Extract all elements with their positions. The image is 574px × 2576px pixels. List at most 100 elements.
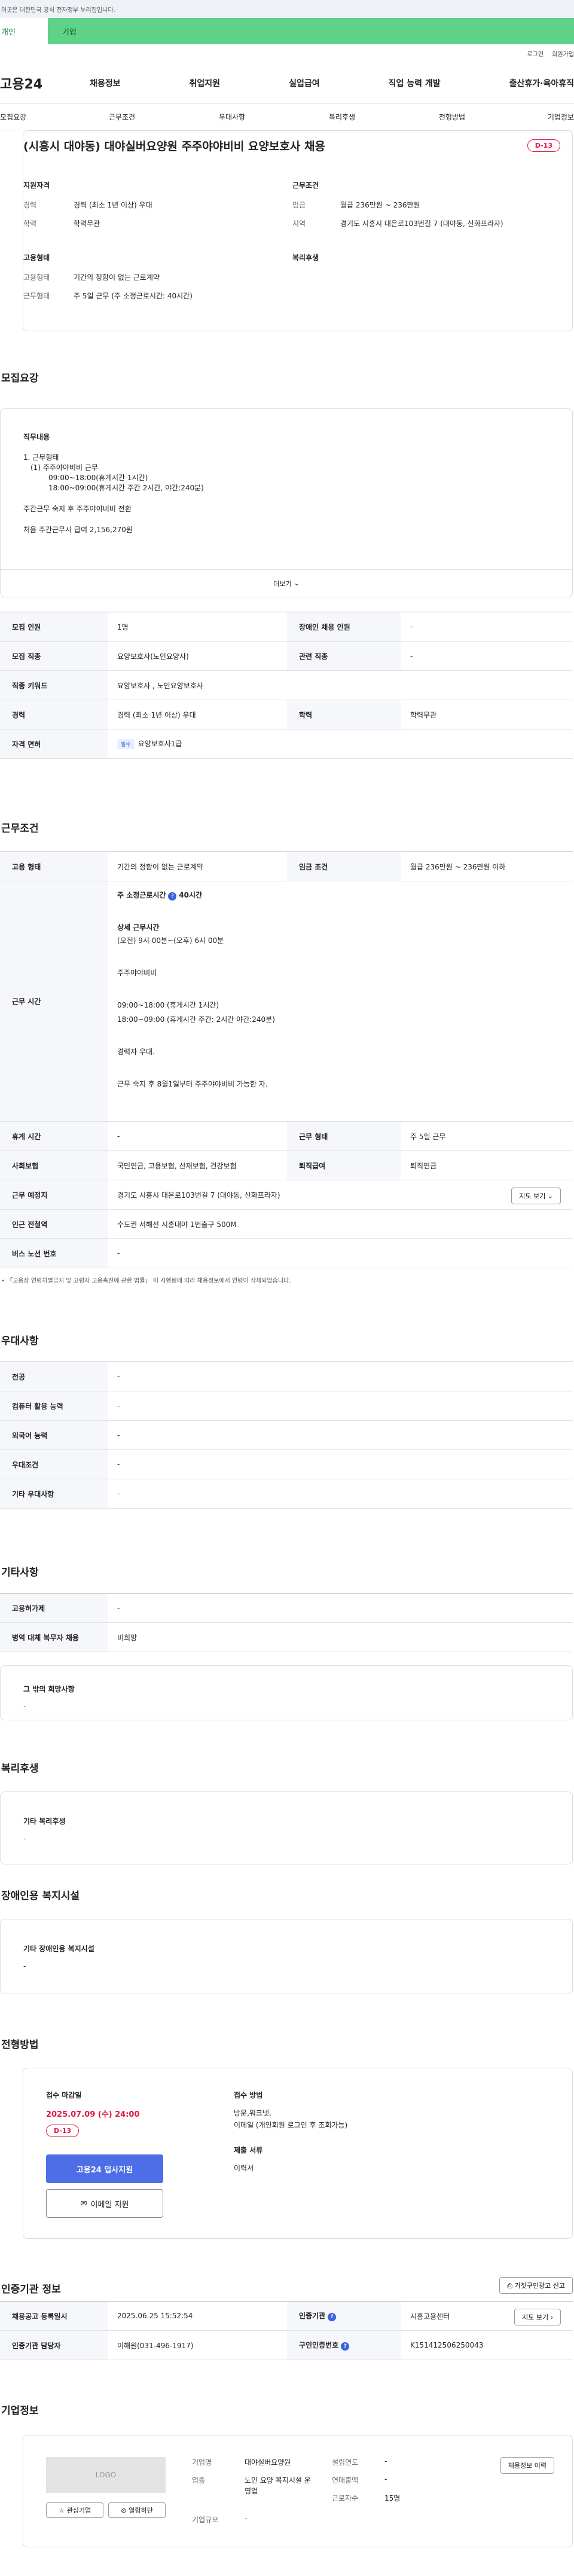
duty-line: 09:00~18:00(휴게시간 1시간): [48, 474, 148, 482]
td-cell: -: [108, 1479, 573, 1509]
more-button[interactable]: 더보기 ⌄: [1, 569, 572, 597]
fav-label: 관심기업: [66, 2507, 91, 2514]
tab-conditions[interactable]: 근무조건: [86, 112, 158, 122]
size-value: -: [245, 2514, 248, 2523]
favorite-company-button[interactable]: ☆ 관심기업: [46, 2502, 103, 2518]
agency-map-button[interactable]: 지도 보기 ›: [514, 2309, 561, 2325]
conditions-section-title: 근무조건: [1, 823, 39, 835]
map-label: 지도 보기: [519, 1192, 546, 1200]
conditions-table: 고용 형태 기간의 정함이 없는 근로계약 임금 조건 월급 236만원 ~ 236만…: [0, 851, 573, 1268]
preference-section-title: 우대사항: [1, 1335, 39, 1347]
td-cell: 퇴직연금: [401, 1150, 573, 1180]
report-icon: ⎙: [507, 2282, 515, 2290]
docs-label: 제출 서류: [234, 2146, 263, 2154]
gnb-item-employment-support[interactable]: 취업지원: [190, 77, 221, 89]
tab-preference[interactable]: 우대사항: [196, 112, 268, 122]
join-link[interactable]: 회원가입: [552, 49, 574, 58]
th-cell: 버스 노선 번호: [0, 1238, 108, 1268]
td-cell: 비희망: [108, 1622, 573, 1652]
info-icon[interactable]: ?: [341, 2342, 350, 2351]
tab-company[interactable]: 기업: [48, 18, 574, 44]
wish-title: 그 밖의 희망사항: [23, 1685, 75, 1693]
td-cell: 요양보호사 , 노인요양보호사: [108, 670, 573, 700]
th-cell: 근무 형태: [287, 1121, 401, 1151]
th-cell: 기타 우대사항: [0, 1479, 108, 1509]
company-section-title: 기업정보: [1, 2405, 39, 2417]
work-type-value: 주 5일 근무 (주 소정근로시간: 40시간): [74, 292, 193, 300]
td-cell: 요양보호사(노인요양사): [108, 641, 287, 671]
welfare-box-title: 기타 복리후생: [23, 1817, 66, 1826]
email-apply-button[interactable]: ✉ 이메일 지원: [46, 2189, 163, 2218]
duty-title: 직무내용: [23, 433, 50, 441]
industry-value: 노인 요양 복지시설 운영업: [245, 2476, 311, 2495]
info-icon[interactable]: ?: [168, 892, 177, 901]
star-icon: ☆: [58, 2506, 65, 2514]
company-logo: LOGO: [46, 2457, 166, 2493]
th-cell: 외국어 능력: [0, 1420, 108, 1450]
td-cell: -: [108, 1362, 573, 1391]
job-summary-card: (시흥시 대야동) 대야실버요양원 주주야야비비 요양보호사 채용 D-13 지…: [23, 130, 573, 331]
site-logo[interactable]: 고용24: [0, 74, 90, 93]
history-button[interactable]: 채용정보 이력: [500, 2457, 554, 2474]
apply-card: 접수 마감일 2025.07.09 (수) 24:00 D-13 고용24 입사…: [23, 2068, 573, 2239]
apply-button[interactable]: 고용24 입사지원: [46, 2154, 163, 2183]
employees-label: 근로자수: [332, 2494, 359, 2502]
gnb-item-parental-leave[interactable]: 출산휴가·육아휴직: [509, 77, 574, 89]
hours-line: 09:00~18:00 (휴게시간 1시간): [117, 1001, 219, 1009]
wish-value: -: [23, 1702, 26, 1711]
hours-line: (오전) 9시 00분~(오후) 6시 00분: [117, 936, 224, 945]
table-row: 직종 키워드 요양보호사 , 노인요양보호사: [0, 670, 573, 700]
gnb-item-skill-development[interactable]: 직업 능력 개발: [389, 77, 441, 89]
td-cell: 경기도 시흥시 대은로103번길 7 (대야동, 신화프라자) 지도 보기 ⌄: [108, 1180, 573, 1210]
tab-personal[interactable]: 개인: [0, 18, 48, 44]
table-row: 병역 대체 복무자 채용 비희망: [0, 1622, 573, 1652]
th-cell: 근무 시간: [0, 881, 108, 1122]
hours-line: 상세 근무시간: [117, 923, 160, 932]
founded-label: 설립연도: [332, 2458, 359, 2467]
login-link[interactable]: 로그인: [527, 49, 544, 58]
notice-text: 이곳은 대한민국 공식 전자정부 누리집입니다.: [1, 7, 115, 14]
tab-company[interactable]: 기업정보: [526, 112, 574, 122]
history-label: 채용정보 이력: [500, 2457, 554, 2474]
map-button[interactable]: 지도 보기 ⌄: [511, 1188, 561, 1204]
th-cell: 모집 직종: [0, 641, 108, 671]
tab-process[interactable]: 전형방법: [416, 112, 488, 122]
career-value: 경력 (최소 1년 이상) 우대: [74, 201, 152, 209]
th-cell: 학력: [287, 700, 401, 730]
block-icon: ⊘: [121, 2506, 127, 2514]
note-text: 「고용상 연령차별금지 및 고령자 고용촉진에 관한 법률」 이 시행됨에 따라…: [7, 1278, 291, 1284]
table-row: 고용 형태 기간의 정함이 없는 근로계약 임금 조건 월급 236만원 ~ 236만…: [0, 851, 573, 881]
td-cell: -: [108, 1420, 573, 1450]
td-cell: -: [108, 1238, 573, 1268]
method-value-2: 이메일 (개인회원 로그인 후 조회가능): [234, 2121, 348, 2129]
th-cell: 모집 인원: [0, 612, 108, 642]
hours-line: 주주야야비비: [117, 969, 157, 977]
deadline-value: 2025.07.09 (수) 24:00: [46, 2110, 140, 2119]
chevron-down-icon: ⌄: [547, 1192, 553, 1200]
user-type-tabs: 개인 기업: [0, 18, 574, 44]
block-label: 열람하단: [129, 2507, 153, 2514]
hours-line: 18:00~09:00 (휴게시간 주간: 2시간 야간:240분): [117, 1015, 275, 1024]
td-cell: -: [108, 1121, 287, 1151]
td-cell: 수도권 서해선 시흥대야 1번출구 500M: [108, 1209, 573, 1239]
gnb-item-jobs[interactable]: 채용정보: [90, 77, 121, 89]
others-table: 고용허가제 - 병역 대체 복무자 채용 비희망: [0, 1593, 573, 1652]
table-row: 고용허가제 -: [0, 1593, 573, 1623]
others-section-title: 기타사항: [1, 1567, 39, 1579]
th-cell: 병역 대체 복무자 채용: [0, 1622, 108, 1652]
report-button[interactable]: ⎙ 거짓구인광고 신고: [499, 2277, 573, 2294]
block-company-button[interactable]: ⊘ 열람하단: [108, 2502, 166, 2518]
gnb-item-unemployment-benefit[interactable]: 실업급여: [289, 77, 320, 89]
td-cell: 학력무관: [401, 700, 573, 730]
more-label: 더보기: [273, 579, 292, 588]
welfare-box-value: -: [23, 1835, 26, 1843]
tab-recruit[interactable]: 모집요강: [0, 112, 48, 122]
table-row: 채용공고 등록일시 2025.06.25 15:52:54 인증기관? 시흥고용센터 지…: [0, 2301, 573, 2331]
th-cell: 구인인증번호?: [287, 2330, 401, 2360]
tab-welfare[interactable]: 복리후생: [306, 112, 378, 122]
table-row: 전공 -: [0, 1362, 573, 1391]
table-row: 자격 면허 필수 요양보호사1급: [0, 729, 573, 759]
th-cell: 경력: [0, 700, 108, 730]
info-icon[interactable]: ?: [328, 2313, 337, 2321]
th-cell: 휴게 시간: [0, 1121, 108, 1151]
